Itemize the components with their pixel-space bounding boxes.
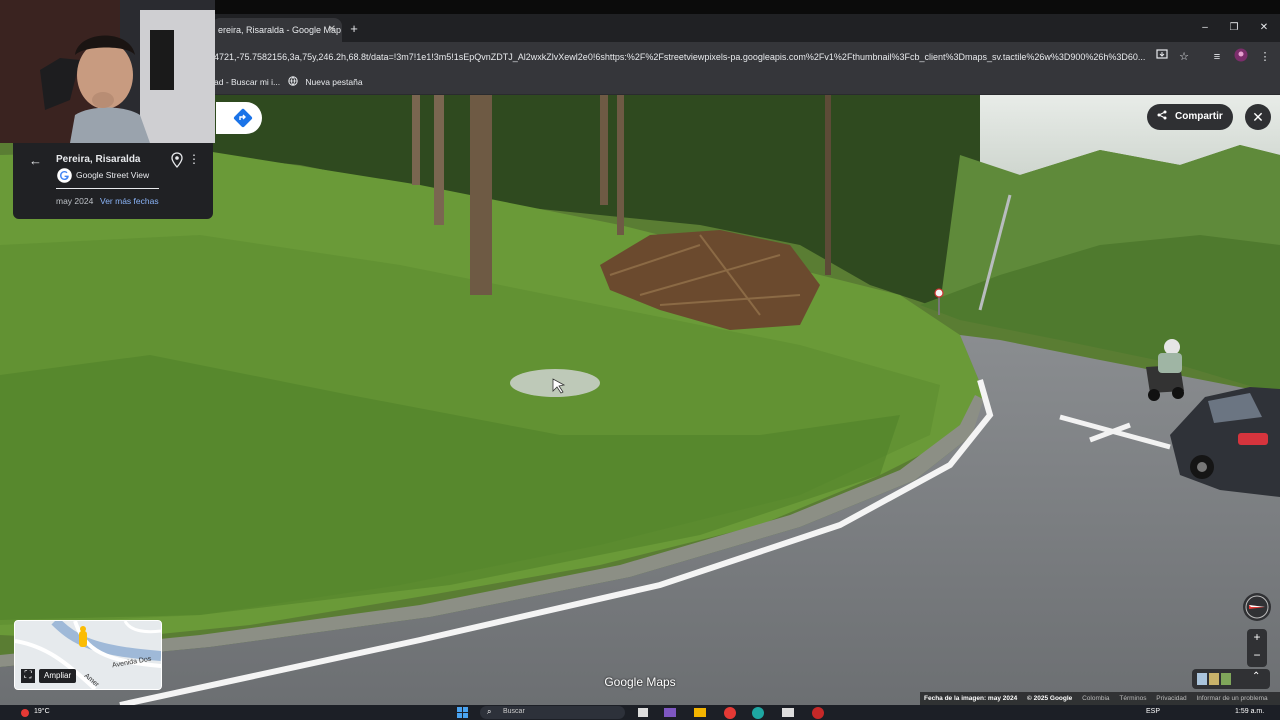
zoom-in-button[interactable]: + — [1247, 630, 1267, 644]
task-view-icon[interactable] — [638, 708, 648, 717]
directions-icon — [233, 108, 253, 128]
thumbnail-icon[interactable] — [1209, 673, 1219, 685]
globe-icon — [288, 76, 298, 86]
bookmark-item[interactable]: ad - Buscar mi i... — [214, 74, 280, 90]
terms-link[interactable]: Términos — [1119, 695, 1146, 702]
map-footer: Fecha de la imagen: may 2024 © 2025 Goog… — [920, 692, 1280, 705]
language-indicator[interactable]: ESP — [1146, 708, 1160, 715]
source-label: Google Street View — [76, 170, 150, 180]
app-icon[interactable] — [664, 708, 676, 717]
expand-chevron-icon[interactable]: ⌃ — [1252, 671, 1260, 682]
report-problem-link[interactable]: Informar de un problema — [1196, 695, 1267, 702]
google-maps-watermark: Google Maps — [604, 675, 676, 689]
store-icon[interactable] — [782, 708, 794, 717]
zoom-out-button[interactable]: − — [1247, 648, 1267, 662]
place-name: Pereira, Risaralda — [56, 154, 141, 165]
folder-icon[interactable] — [694, 708, 706, 717]
taskbar-search-placeholder: Buscar — [503, 708, 525, 715]
windows-start-icon[interactable] — [456, 707, 470, 718]
thumbnail-icon[interactable] — [1197, 673, 1207, 685]
location-info-card: ← Pereira, Risaralda ⋮ Google Street Vie… — [13, 143, 213, 219]
new-tab-button[interactable]: + — [347, 20, 361, 38]
divider — [56, 188, 159, 189]
expand-map-label[interactable]: Ampliar — [39, 669, 77, 683]
compass-button[interactable] — [1243, 593, 1271, 621]
capture-date-label: Fecha de la imagen: may 2024 — [924, 695, 1018, 702]
bookmark-star-icon[interactable]: ☆ — [1176, 48, 1192, 66]
edge-icon[interactable] — [752, 707, 764, 719]
close-street-view-button[interactable]: ✕ — [1245, 104, 1271, 130]
app-icon[interactable] — [812, 707, 824, 719]
browser-tab[interactable]: ereira, Risaralda - Google Map ✕ — [212, 18, 342, 42]
url-field[interactable]: 4721,-75.7582156,3a,75y,246.2h,68.8t/dat… — [214, 47, 1149, 67]
bookmark-label: Nueva pestaña — [305, 77, 363, 87]
clock[interactable]: 1:59 a.m. — [1235, 708, 1264, 715]
imagery-strip[interactable]: ⌃ — [1192, 669, 1270, 689]
privacy-link[interactable]: Privacidad — [1156, 695, 1186, 702]
capture-date: may 2024 — [56, 196, 94, 206]
tab-close-icon[interactable]: ✕ — [328, 18, 336, 42]
google-logo-icon — [57, 168, 72, 183]
copyright-label: © 2025 Google — [1027, 695, 1073, 702]
window-close-button[interactable]: ✕ — [1254, 19, 1274, 37]
location-pin-icon[interactable] — [171, 152, 185, 168]
more-dates-link[interactable]: Ver más fechas — [100, 196, 159, 206]
webcam-image — [0, 0, 215, 143]
thumbnail-icon[interactable] — [1221, 673, 1231, 685]
media-icon[interactable]: ≡ — [1209, 48, 1225, 66]
tab-title: ereira, Risaralda - Google Map — [218, 25, 342, 35]
directions-button[interactable] — [216, 102, 262, 134]
profile-avatar[interactable] — [1233, 48, 1249, 66]
minimap[interactable]: Avenida Dos Amer ⛶ Ampliar — [14, 620, 162, 690]
more-options-icon[interactable]: ⋮ — [188, 152, 200, 166]
expand-map-icon[interactable]: ⛶ — [21, 669, 35, 683]
taskbar: 19°C ⌕ Buscar ESP 1:59 a.m. — [0, 705, 1280, 720]
zoom-control: + − — [1247, 629, 1267, 667]
maximize-button[interactable]: ❐ — [1224, 19, 1244, 37]
country-link[interactable]: Colombia — [1082, 695, 1109, 702]
browser-menu-icon[interactable]: ⋮ — [1257, 48, 1273, 66]
share-button[interactable]: Compartir — [1147, 104, 1233, 130]
search-icon: ⌕ — [487, 707, 492, 716]
weather-temperature[interactable]: 19°C — [34, 708, 50, 715]
minimize-button[interactable]: – — [1195, 19, 1215, 37]
weather-icon — [20, 707, 32, 718]
chrome-icon[interactable] — [724, 707, 736, 719]
bookmark-item-new-tab[interactable]: Nueva pestaña — [288, 74, 363, 90]
webcam-overlay — [0, 0, 215, 143]
share-icon — [1157, 110, 1167, 120]
share-label: Compartir — [1174, 111, 1223, 122]
compass-icon — [1245, 595, 1269, 619]
back-arrow-icon[interactable]: ← — [29, 153, 42, 168]
taskbar-search[interactable] — [480, 706, 625, 719]
install-app-icon[interactable] — [1154, 48, 1170, 66]
